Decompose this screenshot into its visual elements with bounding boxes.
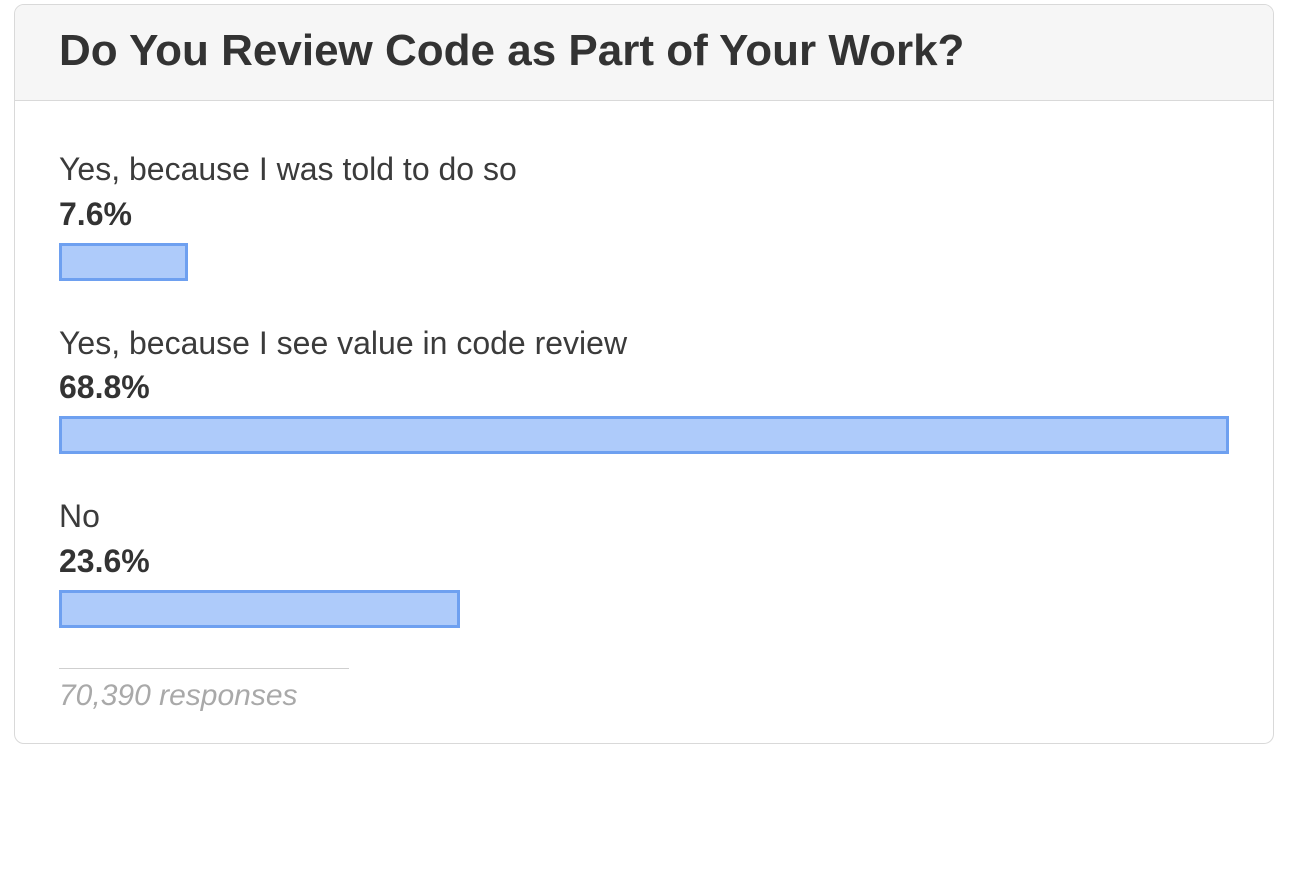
survey-card: Do You Review Code as Part of Your Work?… [14, 4, 1274, 744]
bar-fill [59, 590, 460, 628]
bar-label: No [59, 494, 1229, 539]
bar-track [59, 243, 1229, 281]
chart-title: Do You Review Code as Part of Your Work? [59, 23, 1229, 78]
bar-value: 68.8% [59, 365, 1229, 410]
bar-value: 23.6% [59, 539, 1229, 584]
bar-row: Yes, because I was told to do so 7.6% [59, 147, 1229, 281]
card-header: Do You Review Code as Part of Your Work? [15, 5, 1273, 101]
bar-row: No 23.6% [59, 494, 1229, 628]
bar-label: Yes, because I was told to do so [59, 147, 1229, 192]
responses-count: 70,390 responses [59, 679, 1229, 713]
bar-row: Yes, because I see value in code review … [59, 321, 1229, 455]
card-body: Yes, because I was told to do so 7.6% Ye… [15, 101, 1273, 743]
bar-fill [59, 416, 1229, 454]
bar-track [59, 590, 1229, 628]
bar-label: Yes, because I see value in code review [59, 321, 1229, 366]
bar-track [59, 416, 1229, 454]
bar-fill [59, 243, 188, 281]
footer-separator [59, 668, 349, 669]
bar-value: 7.6% [59, 192, 1229, 237]
